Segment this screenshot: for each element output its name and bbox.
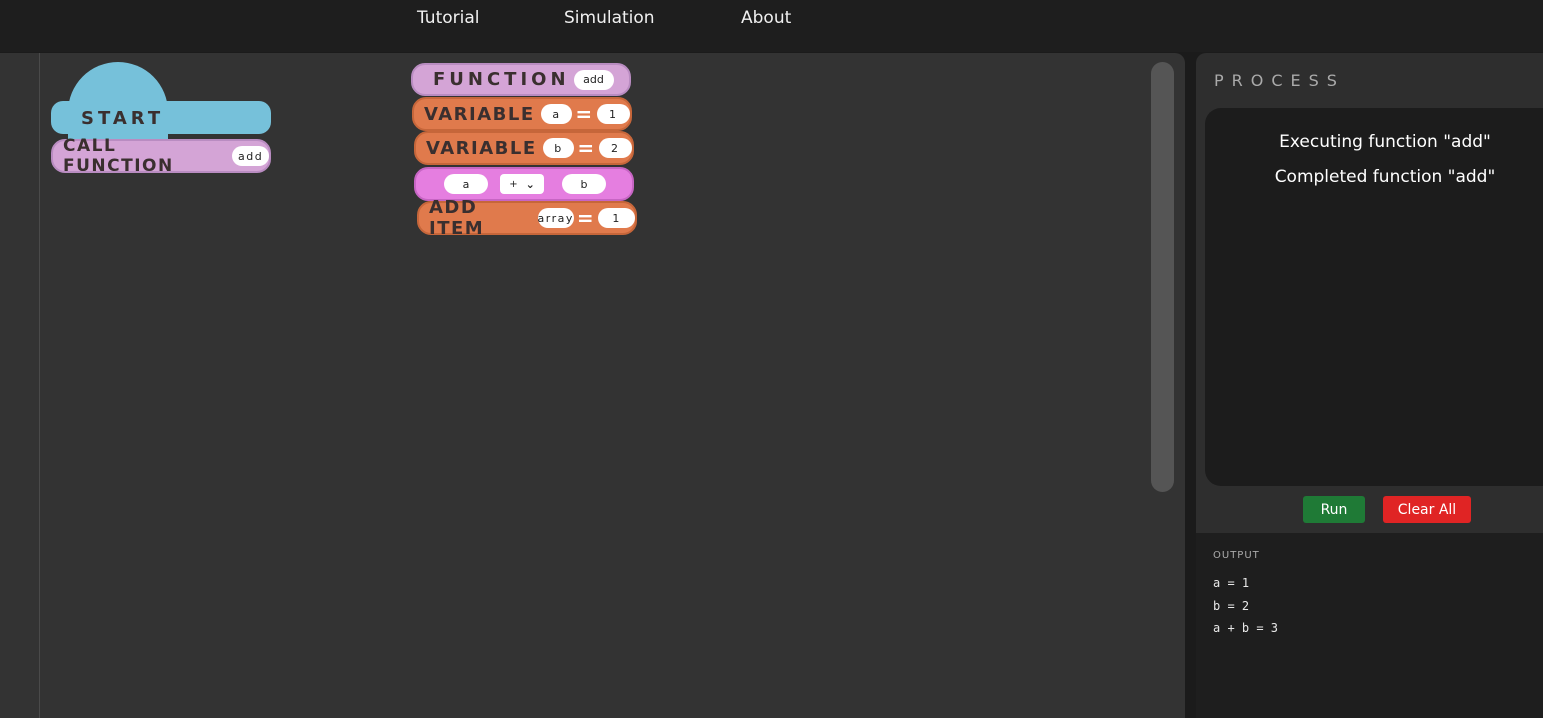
function-label: FUNCTION (433, 69, 570, 90)
process-console: Executing function "add" Completed funct… (1205, 108, 1543, 486)
clear-all-button[interactable]: Clear All (1383, 496, 1471, 523)
add-item-value-input[interactable]: 1 (598, 208, 635, 228)
output-label: OUTPUT (1213, 550, 1260, 561)
function-name-input[interactable]: add (573, 69, 614, 90)
start-block[interactable]: START (51, 101, 271, 134)
nav-simulation[interactable]: Simulation (564, 8, 655, 28)
console-line: Executing function "add" (1279, 132, 1491, 152)
chevron-down-icon: ⌄ (525, 177, 535, 191)
function-block[interactable]: FUNCTION add (411, 63, 631, 96)
operator-value: + (509, 178, 518, 190)
panel-title: PROCESS (1214, 71, 1345, 90)
workspace-divider (39, 53, 40, 718)
start-block-label: START (81, 108, 165, 129)
variable-label: VARIABLE (424, 103, 535, 125)
variable-name-input[interactable]: a (540, 104, 573, 124)
call-function-name-input[interactable]: add (232, 146, 269, 166)
equals-sign: = (575, 102, 594, 126)
top-nav: Tutorial Simulation About (0, 0, 1543, 52)
add-item-block[interactable]: ADD ITEM array = 1 (417, 197, 637, 239)
output-area: OUTPUT a = 1 b = 2 a + b = 3 (1196, 533, 1543, 718)
output-line: b = 2 (1213, 599, 1250, 613)
output-line: a + b = 3 (1213, 621, 1279, 635)
equals-sign: = (577, 136, 596, 160)
variable-value-input[interactable]: 2 (598, 138, 632, 158)
variable-name-input[interactable]: b (542, 138, 575, 158)
nav-tutorial[interactable]: Tutorial (417, 8, 480, 28)
add-item-name-input[interactable]: array (537, 208, 574, 228)
add-item-label: ADD ITEM (429, 197, 485, 239)
output-line: a = 1 (1213, 576, 1250, 590)
call-function-block[interactable]: CALL FUNCTION add (51, 136, 271, 176)
console-line: Completed function "add" (1274, 167, 1496, 187)
operator-select[interactable]: + ⌄ (500, 174, 544, 194)
equals-sign: = (576, 206, 596, 230)
operation-block[interactable]: a + ⌄ b (414, 167, 634, 201)
process-panel: PROCESS Executing function "add" Complet… (1196, 53, 1543, 718)
run-button[interactable]: Run (1303, 496, 1365, 523)
nav-about[interactable]: About (741, 8, 791, 28)
workspace-scrollbar[interactable] (1151, 62, 1174, 492)
call-function-label: CALL FUNCTION (63, 136, 174, 176)
variable-block-b[interactable]: VARIABLE b = 2 (414, 131, 634, 165)
variable-label: VARIABLE (426, 137, 537, 159)
operation-right-input[interactable]: b (562, 174, 606, 194)
operation-left-input[interactable]: a (444, 174, 488, 194)
variable-value-input[interactable]: 1 (596, 104, 630, 124)
variable-block-a[interactable]: VARIABLE a = 1 (412, 97, 632, 131)
